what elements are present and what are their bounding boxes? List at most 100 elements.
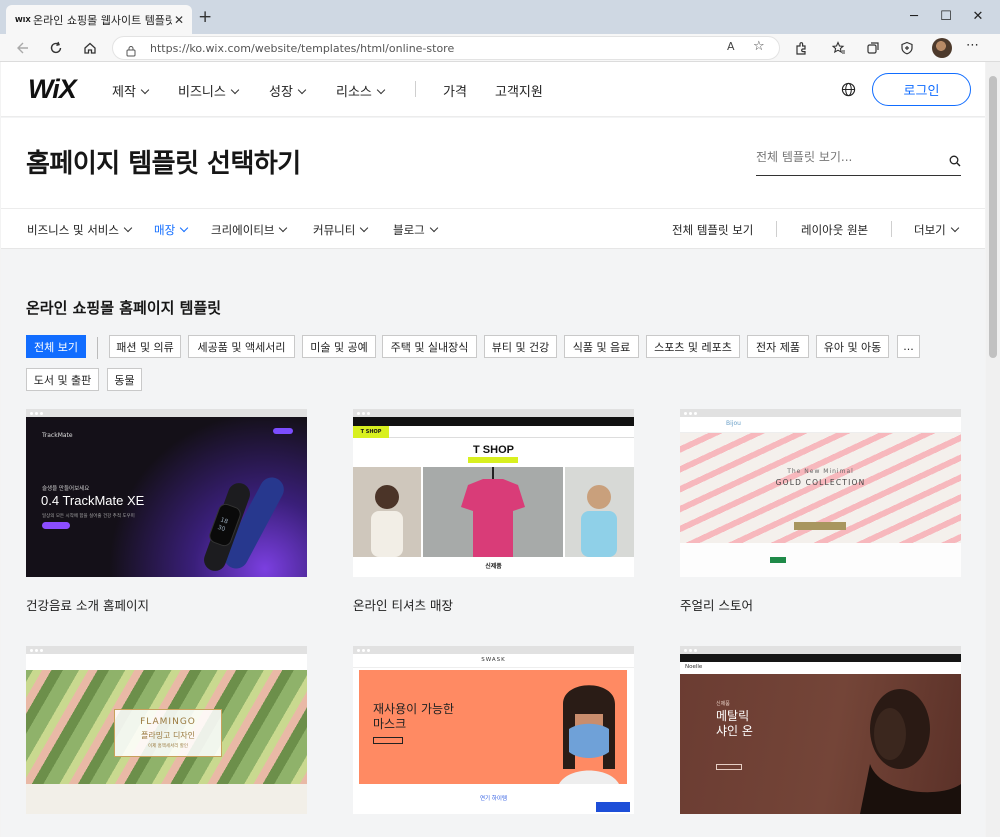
nav-pricing[interactable]: 가격: [443, 81, 467, 100]
thumb-nav: Noelle: [680, 662, 961, 674]
thumb-chat-button: [596, 802, 630, 812]
site-header: WiX 제작 비즈니스 성장 리소스 가격 고객지원 로그인: [1, 62, 985, 117]
chip-divider: [97, 337, 98, 359]
scrollbar-thumb[interactable]: [989, 76, 997, 358]
template-card[interactable]: TrackMate 슬생을 만들어보세요 0.4 TrackMate XE 일상…: [26, 409, 307, 614]
template-card[interactable]: T SHOP T SHOP 신제품 온라인 티셔츠 매장: [353, 409, 634, 614]
nav-label: 비즈니스: [178, 85, 226, 100]
thumb-subtext: 일상의 모든 시작에 함을 실어줄 건강 추적 도우미: [42, 514, 135, 519]
more-menu[interactable]: 더보기: [914, 222, 959, 238]
chip-arts-crafts[interactable]: 미술 및 공예: [302, 335, 376, 358]
chevron-down-icon: [376, 85, 386, 95]
template-thumbnail[interactable]: TrackMate 슬생을 만들어보세요 0.4 TrackMate XE 일상…: [26, 417, 307, 577]
chip-all[interactable]: 전체 보기: [26, 335, 86, 358]
template-thumbnail[interactable]: Noelle 신제품 메탈릭 샤인 온: [680, 654, 961, 814]
thumb-subtitle: 플라밍고 디자인: [140, 731, 196, 740]
minimize-icon[interactable]: ─: [904, 9, 924, 24]
tab-close-icon[interactable]: ✕: [172, 13, 186, 27]
language-globe-icon[interactable]: [841, 82, 856, 101]
template-thumbnail[interactable]: FLAMINGO 플라밍고 디자인 이제 홈액세서리 할인: [26, 654, 307, 814]
chip-jewelry[interactable]: 세공품 및 액세서리: [188, 335, 295, 358]
chip-home-decor[interactable]: 주택 및 실내장식: [382, 335, 477, 358]
search-icon[interactable]: [949, 152, 961, 171]
template-thumbnail[interactable]: Bijou The New Minimal GOLD COLLECTION: [680, 417, 961, 577]
thumb-footer-text: 연기 하이템: [479, 796, 508, 802]
new-tab-icon[interactable]: +: [198, 8, 212, 26]
search-input[interactable]: [756, 150, 936, 164]
category-store[interactable]: 매장: [154, 222, 189, 238]
nav-label: 성장: [269, 85, 293, 100]
category-blog[interactable]: 블로그: [393, 222, 438, 238]
chevron-down-icon: [140, 85, 150, 95]
category-business-services[interactable]: 비즈니스 및 서비스: [27, 222, 133, 238]
browser-toolbar: https://ko.wix.com/website/templates/htm…: [0, 34, 1000, 62]
template-label[interactable]: 온라인 티셔츠 매장: [353, 595, 634, 614]
thumb-headline: 0.4 TrackMate XE: [41, 493, 145, 508]
chip-beauty-wellness[interactable]: 뷰티 및 건강: [484, 335, 557, 358]
thumb-title: 메탈릭 샤인 온: [716, 709, 753, 739]
thumb-title: GOLD COLLECTION: [775, 478, 866, 487]
thumbnail-browser-bar: [353, 646, 634, 654]
category-community[interactable]: 커뮤니티: [313, 222, 369, 238]
refresh-icon[interactable]: [46, 38, 66, 58]
chip-more[interactable]: ...: [897, 335, 920, 358]
thumb-brand: Bijou: [726, 420, 741, 427]
home-icon[interactable]: [80, 38, 100, 58]
template-card[interactable]: Bijou The New Minimal GOLD COLLECTION 주얼…: [680, 409, 961, 614]
thumb-cta: [716, 764, 742, 770]
template-card[interactable]: Noelle 신제품 메탈릭 샤인 온: [680, 646, 961, 832]
template-card[interactable]: SWASK 재사용이 가능한 마스크 연기 하이템: [353, 646, 634, 832]
browser-essentials-icon[interactable]: [898, 40, 916, 56]
template-label[interactable]: 건강음료 소개 홈페이지: [26, 595, 307, 614]
wix-logo[interactable]: WiX: [28, 74, 77, 105]
nav-divider: [415, 81, 416, 97]
template-thumbnail[interactable]: SWASK 재사용이 가능한 마스크 연기 하이템: [353, 654, 634, 814]
chip-fashion[interactable]: 패션 및 의류: [109, 335, 181, 358]
chip-pets[interactable]: 동물: [107, 368, 142, 391]
thumb-nav: Bijou: [680, 417, 961, 433]
chip-sports-outdoors[interactable]: 스포츠 및 레포츠: [646, 335, 740, 358]
category-label: 매장: [154, 223, 176, 237]
url-text[interactable]: https://ko.wix.com/website/templates/htm…: [150, 42, 454, 55]
favorite-star-icon[interactable]: ☆: [753, 39, 765, 54]
category-creative[interactable]: 크리에이티브: [211, 222, 288, 238]
nav-support[interactable]: 고객지원: [495, 81, 543, 100]
template-label[interactable]: 주얼리 스토어: [680, 595, 961, 614]
browser-tab[interactable]: WIX 온라인 쇼핑몰 웹사이트 템플릿 | Wix ✕: [6, 5, 192, 34]
nav-resources[interactable]: 리소스: [336, 81, 386, 100]
nav-create[interactable]: 제작: [112, 81, 150, 100]
address-bar[interactable]: https://ko.wix.com/website/templates/htm…: [112, 36, 780, 60]
template-card[interactable]: FLAMINGO 플라밍고 디자인 이제 홈액세서리 할인: [26, 646, 307, 832]
nav-grow[interactable]: 성장: [269, 81, 307, 100]
category-label: 커뮤니티: [313, 223, 356, 237]
login-button[interactable]: 로그인: [872, 73, 971, 106]
lock-icon[interactable]: [126, 42, 136, 61]
page-title: 홈페이지 템플릿 선택하기: [26, 149, 301, 179]
chip-kids-babies[interactable]: 유아 및 아동: [816, 335, 889, 358]
thumbnail-browser-bar: [680, 409, 961, 417]
profile-avatar[interactable]: [932, 38, 952, 58]
category-label: 블로그: [393, 223, 425, 237]
favorites-icon[interactable]: [830, 40, 848, 56]
maximize-icon[interactable]: ☐: [936, 9, 956, 24]
close-window-icon[interactable]: ✕: [968, 9, 988, 24]
thumb-brand: Noelle: [685, 664, 703, 670]
nav-business[interactable]: 비즈니스: [178, 81, 240, 100]
back-icon[interactable]: [12, 38, 32, 58]
thumb-nav: [26, 654, 307, 670]
chip-books-publishing[interactable]: 도서 및 출판: [26, 368, 99, 391]
thumb-small-text: 이제 홈액세서리 할인: [147, 744, 189, 749]
more-options-icon[interactable]: ⋯: [966, 38, 980, 53]
collections-icon[interactable]: [864, 40, 882, 56]
chip-electronics[interactable]: 전자 제품: [747, 335, 809, 358]
view-all-templates-link[interactable]: 전체 템플릿 보기: [672, 222, 753, 238]
thumb-title: FLAMINGO: [140, 717, 196, 727]
template-thumbnail[interactable]: T SHOP T SHOP 신제품: [353, 417, 634, 577]
nav-label: 리소스: [336, 85, 372, 100]
thumb-subtitle-highlight: [468, 457, 518, 463]
read-aloud-icon[interactable]: A: [727, 40, 735, 53]
chip-food-drink[interactable]: 식품 및 음료: [564, 335, 639, 358]
blank-layouts-link[interactable]: 레이아웃 원본: [801, 222, 868, 238]
page-scrollbar[interactable]: [986, 62, 1000, 837]
extensions-icon[interactable]: [792, 40, 810, 56]
